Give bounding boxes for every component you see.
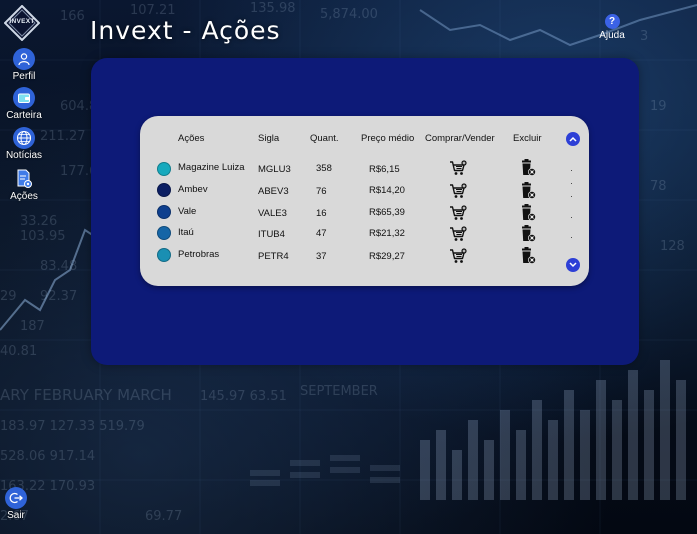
stock-name: Itaú bbox=[178, 227, 194, 238]
question-icon: ? bbox=[604, 14, 620, 29]
svg-text:5,874.00: 5,874.00 bbox=[320, 7, 378, 22]
stock-name: Vale bbox=[178, 206, 197, 217]
stock-ticker: VALE3 bbox=[258, 208, 287, 219]
stock-price: R$65,39 bbox=[369, 207, 405, 218]
sidebar-item-label: Perfil bbox=[12, 71, 36, 82]
stock-qty: 16 bbox=[316, 208, 327, 219]
table-row[interactable]: Itaú ITUB4 47 R$21,32 bbox=[140, 225, 589, 248]
invext-logo[interactable]: INVEXT bbox=[3, 4, 41, 42]
stock-qty: 37 bbox=[316, 251, 327, 262]
page-title: Invext - Ações bbox=[90, 16, 281, 45]
sidebar-item-carteira[interactable]: Carteira bbox=[0, 87, 48, 121]
table-row[interactable]: Magazine Luiza MGLU3 358 R$6,15 bbox=[140, 159, 589, 179]
svg-text:135.98: 135.98 bbox=[250, 1, 296, 16]
svg-text:128: 128 bbox=[660, 239, 685, 254]
help-label: Ajuda bbox=[599, 30, 625, 41]
sidebar-item-label: Ações bbox=[10, 191, 38, 202]
document-chart-icon bbox=[13, 168, 35, 190]
cart-icon[interactable] bbox=[449, 248, 467, 269]
stocks-table-card: Ações Sigla Quant. Preço médio Comprar/V… bbox=[140, 116, 589, 286]
table-row[interactable]: Vale VALE3 16 R$65,39 bbox=[140, 204, 589, 224]
logout-icon bbox=[5, 487, 27, 509]
stock-color-dot bbox=[157, 248, 171, 262]
sidebar-item-label: Sair bbox=[7, 510, 25, 521]
sidebar-item-label: Notícias bbox=[5, 150, 43, 161]
stock-ticker: PETR4 bbox=[258, 251, 289, 262]
sidebar-item-label: Carteira bbox=[6, 110, 42, 121]
stock-color-dot bbox=[157, 162, 171, 176]
stock-name: Ambev bbox=[178, 184, 208, 195]
trash-icon[interactable] bbox=[519, 182, 537, 205]
svg-text:166: 166 bbox=[60, 9, 85, 24]
svg-text:SEPTEMBER: SEPTEMBER bbox=[300, 384, 378, 399]
stock-qty: 47 bbox=[316, 228, 327, 239]
stock-price: R$14,20 bbox=[369, 185, 405, 196]
scroll-up-button[interactable] bbox=[566, 132, 580, 146]
trash-icon[interactable] bbox=[519, 225, 537, 248]
sidebar-item-noticias[interactable]: Notícias bbox=[0, 127, 48, 161]
chevron-up-icon bbox=[569, 136, 577, 142]
stock-qty: 358 bbox=[316, 163, 332, 174]
cart-icon[interactable] bbox=[449, 160, 467, 181]
svg-text:145.97 63.51: 145.97 63.51 bbox=[200, 389, 287, 404]
svg-text:19: 19 bbox=[650, 99, 667, 114]
logo-text: INVEXT bbox=[9, 18, 35, 25]
wallet-icon bbox=[13, 87, 35, 109]
stock-ticker: MGLU3 bbox=[258, 164, 291, 175]
trash-icon[interactable] bbox=[519, 159, 537, 182]
help-button[interactable]: ? Ajuda bbox=[596, 14, 628, 41]
stock-price: R$6,15 bbox=[369, 164, 400, 175]
svg-text:78: 78 bbox=[650, 179, 667, 194]
column-header-quant: Quant. bbox=[310, 133, 339, 144]
stock-name: Magazine Luiza bbox=[178, 162, 245, 173]
table-row[interactable]: Ambev ABEV3 76 R$14,20 bbox=[140, 182, 589, 202]
column-header-excluir: Excluir bbox=[513, 133, 542, 144]
trash-icon[interactable] bbox=[519, 247, 537, 270]
sidebar-item-perfil[interactable]: Perfil bbox=[0, 48, 48, 82]
stock-name: Petrobras bbox=[178, 249, 220, 260]
cart-icon[interactable] bbox=[449, 226, 467, 247]
trash-icon[interactable] bbox=[519, 204, 537, 227]
column-header-comprar: Comprar/Vender bbox=[425, 133, 495, 144]
sidebar-item-sair[interactable]: Sair bbox=[0, 487, 32, 521]
column-header-sigla: Sigla bbox=[258, 133, 280, 144]
svg-text:3: 3 bbox=[640, 29, 648, 44]
stock-price: R$29,27 bbox=[369, 251, 405, 262]
stock-qty: 76 bbox=[316, 186, 327, 197]
stock-ticker: ITUB4 bbox=[258, 229, 285, 240]
stock-ticker: ABEV3 bbox=[258, 186, 289, 197]
stock-color-dot bbox=[157, 226, 171, 240]
cart-icon[interactable] bbox=[449, 205, 467, 226]
table-row[interactable]: Petrobras PETR4 37 R$29,27 bbox=[140, 247, 589, 267]
sidebar: INVEXT Perfil Carteira Notícias Ações Sa… bbox=[0, 0, 48, 534]
globe-icon bbox=[13, 127, 35, 149]
stock-color-dot bbox=[157, 205, 171, 219]
column-header-preco: Preço médio bbox=[361, 133, 415, 144]
cart-icon[interactable] bbox=[449, 183, 467, 204]
stock-price: R$21,32 bbox=[369, 228, 405, 239]
svg-text:69.77: 69.77 bbox=[145, 509, 182, 524]
sidebar-item-acoes[interactable]: Ações bbox=[0, 168, 48, 202]
column-header-acoes: Ações bbox=[178, 133, 205, 144]
stock-color-dot bbox=[157, 183, 171, 197]
user-icon bbox=[13, 48, 35, 70]
